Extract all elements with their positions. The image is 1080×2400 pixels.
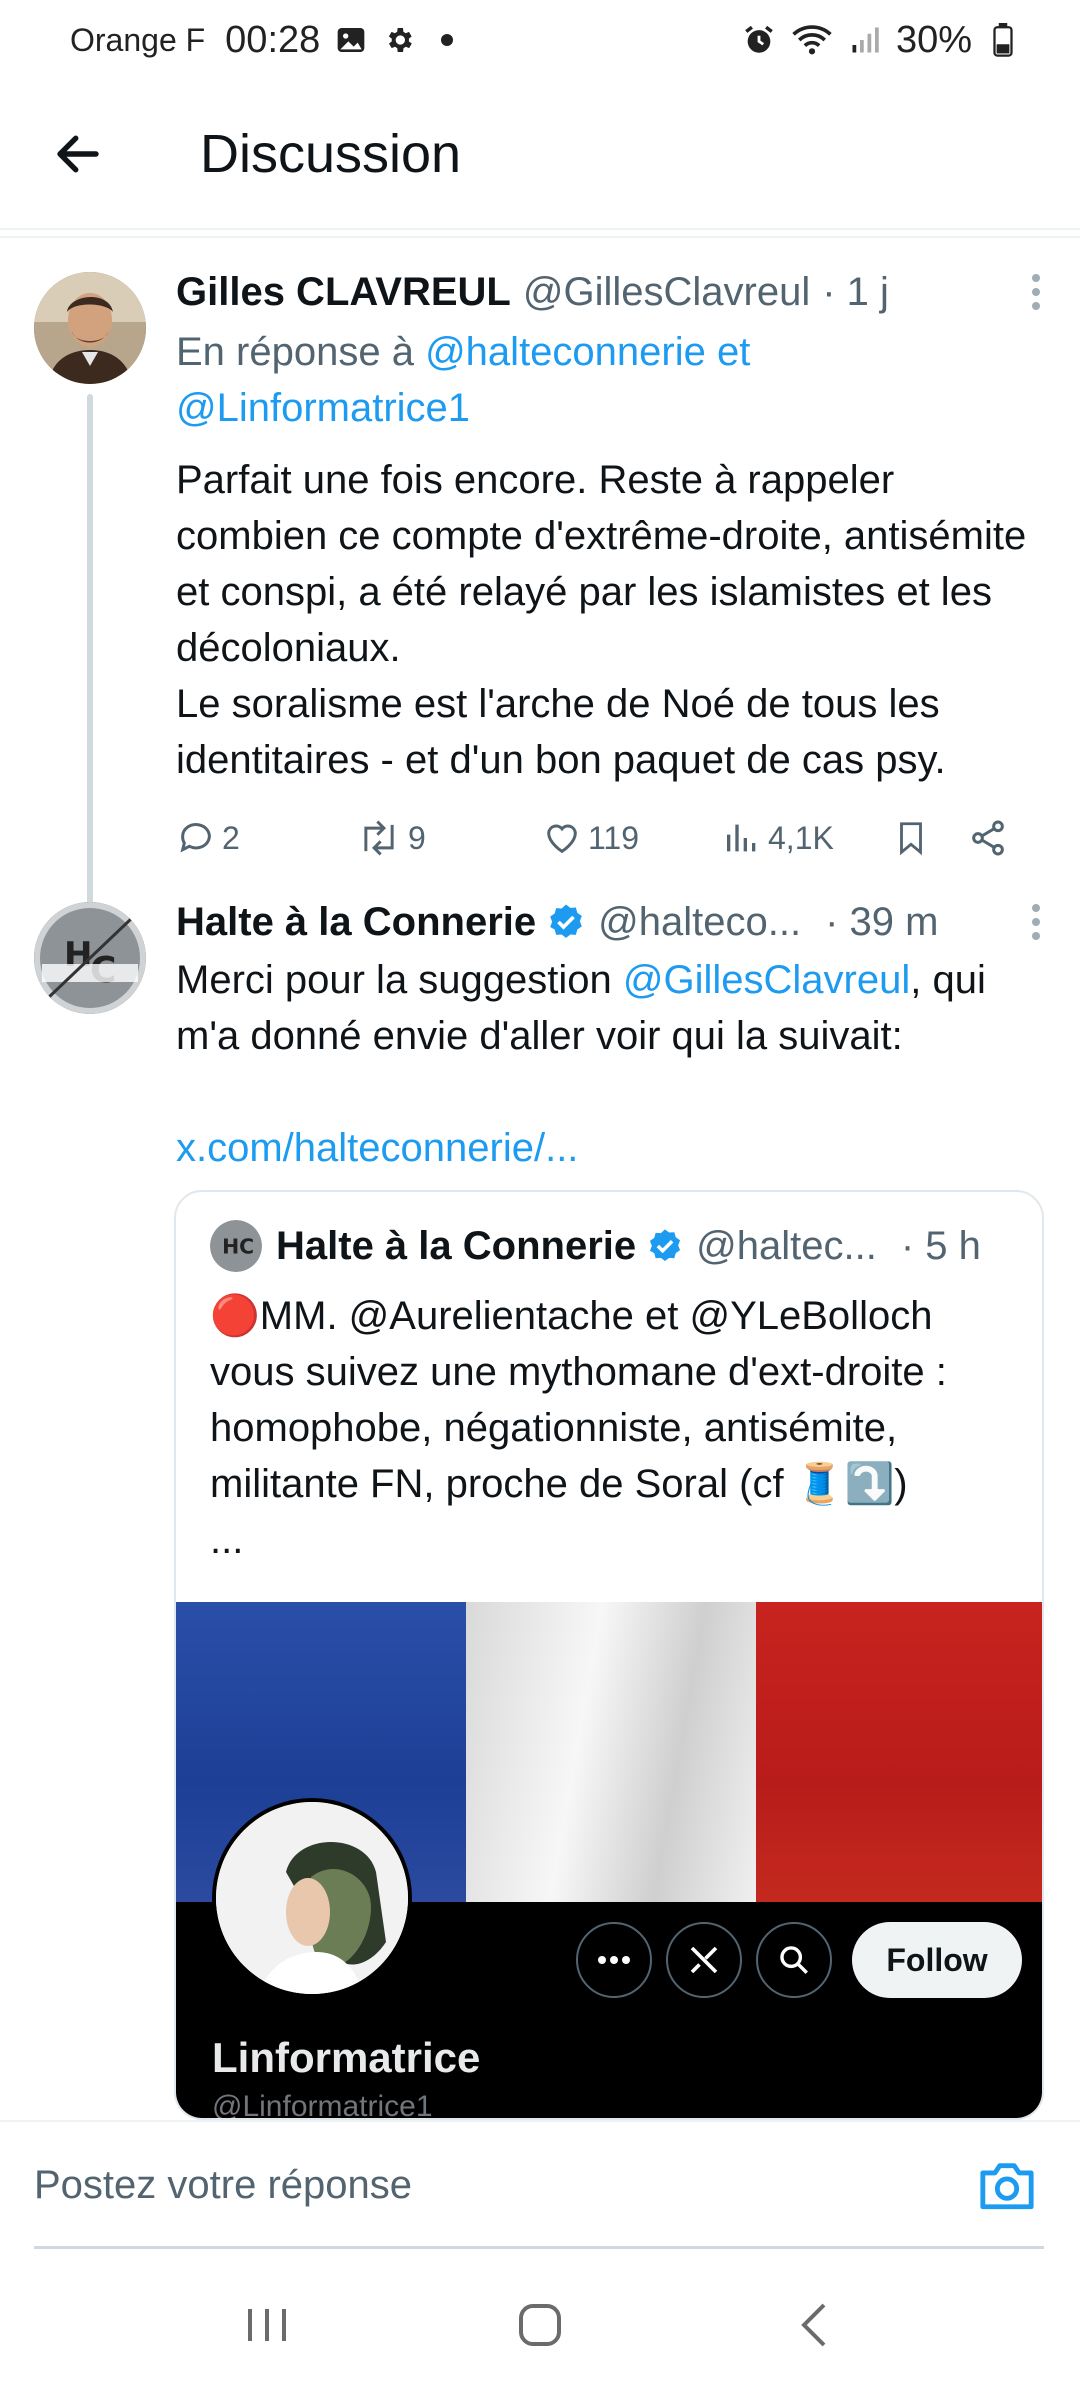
quoted-author-name: Halte à la Connerie xyxy=(276,1223,637,1268)
reply-input-underline xyxy=(34,2246,1044,2249)
more-options-button[interactable] xyxy=(1016,892,1056,952)
profile-preview-image[interactable]: Follow Linformatrice @Linformatrice1 xyxy=(176,1602,1042,2120)
more-vertical-icon xyxy=(1032,904,1040,940)
view-count: 4,1K xyxy=(768,819,834,856)
chevron-left-icon xyxy=(801,2303,826,2347)
quoted-tweet-card[interactable]: HC Halte à la Connerie @haltec... · 5 h … xyxy=(174,1190,1044,2120)
avatar[interactable]: H C xyxy=(34,902,146,1014)
bookmark-button[interactable] xyxy=(892,818,968,858)
author-handle[interactable]: @GillesClavreul xyxy=(523,270,810,315)
reply-button[interactable]: 2 xyxy=(176,818,356,858)
quoted-avatar: HC xyxy=(210,1220,262,1272)
author-handle[interactable]: @halteco... xyxy=(598,900,801,945)
share-button[interactable] xyxy=(968,818,1008,858)
retweet-count: 9 xyxy=(408,819,426,856)
tweet-text: Merci pour la suggestion @GillesClavreul… xyxy=(176,952,1056,1064)
verified-badge-icon xyxy=(646,1227,684,1265)
mention-link[interactable]: @Linformatrice1 xyxy=(176,386,470,430)
more-options-button[interactable] xyxy=(1016,262,1056,322)
profile-avatar xyxy=(212,1798,412,1998)
avatar[interactable] xyxy=(34,272,146,384)
views-button[interactable]: 4,1K xyxy=(722,818,892,858)
grok-icon xyxy=(690,1946,718,1974)
profile-more-button[interactable] xyxy=(576,1922,652,1998)
status-bar: Orange F 00:28 30% xyxy=(0,0,1080,80)
system-back-button[interactable] xyxy=(763,2275,863,2375)
more-vertical-icon xyxy=(1032,274,1040,310)
thread-line xyxy=(87,394,93,904)
reply-bar: Postez votre réponse xyxy=(0,2120,1080,2250)
system-nav-bar xyxy=(0,2250,1080,2400)
tweet-text-part: Merci pour la suggestion xyxy=(176,958,623,1002)
arrow-left-icon xyxy=(57,135,99,173)
battery-icon xyxy=(986,23,1020,57)
tweet-time[interactable]: · 1 j xyxy=(822,270,889,315)
tweet-actions: 2 9 119 4,1K xyxy=(176,808,1056,868)
camera-icon xyxy=(980,2163,1034,2210)
reply-input[interactable]: Postez votre réponse xyxy=(34,2152,934,2218)
battery-percent: 30% xyxy=(895,18,972,61)
quoted-tweet-text: 🔴MM. @Aurelientache et @YLeBolloch vous … xyxy=(210,1294,947,1562)
tweet-gilles[interactable]: Gilles CLAVREUL @GillesClavreul · 1 j En… xyxy=(0,258,1080,904)
verified-badge-icon xyxy=(546,902,586,942)
recent-apps-icon xyxy=(247,2309,286,2341)
home-icon xyxy=(518,2304,561,2346)
mention-link[interactable]: @GillesClavreul xyxy=(623,958,910,1002)
like-button[interactable]: 119 xyxy=(542,818,722,858)
settings-gear-icon xyxy=(382,23,416,57)
profile-name: Linformatrice xyxy=(212,2034,481,2081)
tweet-time[interactable]: · 39 m xyxy=(825,900,938,945)
heart-icon xyxy=(547,824,577,854)
retweet-icon xyxy=(364,820,394,856)
author-name[interactable]: Halte à la Connerie xyxy=(176,900,536,945)
app-header: Discussion xyxy=(0,80,1080,230)
back-button[interactable] xyxy=(28,104,128,204)
page-title: Discussion xyxy=(200,124,462,184)
tweet-link[interactable]: x.com/halteconnerie/... xyxy=(176,1120,1056,1176)
comment-icon xyxy=(180,823,211,853)
carrier-label: Orange F xyxy=(70,21,206,58)
alarm-icon xyxy=(742,23,776,57)
svg-text:HC: HC xyxy=(222,1234,254,1258)
tweet-text: Parfait une fois encore. Reste à rappele… xyxy=(176,458,1027,782)
notification-dot-icon xyxy=(430,23,464,57)
search-icon xyxy=(780,1946,808,1974)
reply-prefix: En réponse à xyxy=(176,330,414,374)
author-name[interactable]: Gilles CLAVREUL xyxy=(176,270,511,315)
quoted-author-handle: @haltec... xyxy=(696,1223,877,1268)
camera-button[interactable] xyxy=(974,2152,1040,2218)
mention-link[interactable]: @halteconnerie et xyxy=(425,330,750,374)
like-count: 119 xyxy=(588,819,640,856)
more-horizontal-icon xyxy=(598,1956,630,1964)
analytics-icon xyxy=(727,824,756,852)
profile-grok-button[interactable] xyxy=(666,1922,742,1998)
signal-icon xyxy=(848,23,882,57)
share-icon xyxy=(972,820,1004,856)
profile-search-button[interactable] xyxy=(756,1922,832,1998)
recent-apps-button[interactable] xyxy=(217,2275,317,2375)
retweet-button[interactable]: 9 xyxy=(356,818,542,858)
wifi-icon xyxy=(790,23,834,57)
home-button[interactable] xyxy=(490,2275,590,2375)
quoted-tweet-time: · 5 h xyxy=(900,1223,981,1268)
divider xyxy=(0,236,1080,238)
gallery-icon xyxy=(334,23,368,57)
bookmark-icon xyxy=(900,822,922,856)
follow-button[interactable]: Follow xyxy=(852,1922,1022,1998)
reply-count: 2 xyxy=(222,819,240,856)
status-clock: 00:28 xyxy=(225,18,321,61)
profile-handle: @Linformatrice1 xyxy=(212,2090,433,2120)
reply-context: En réponse à @halteconnerie et @Linforma… xyxy=(176,324,1056,436)
